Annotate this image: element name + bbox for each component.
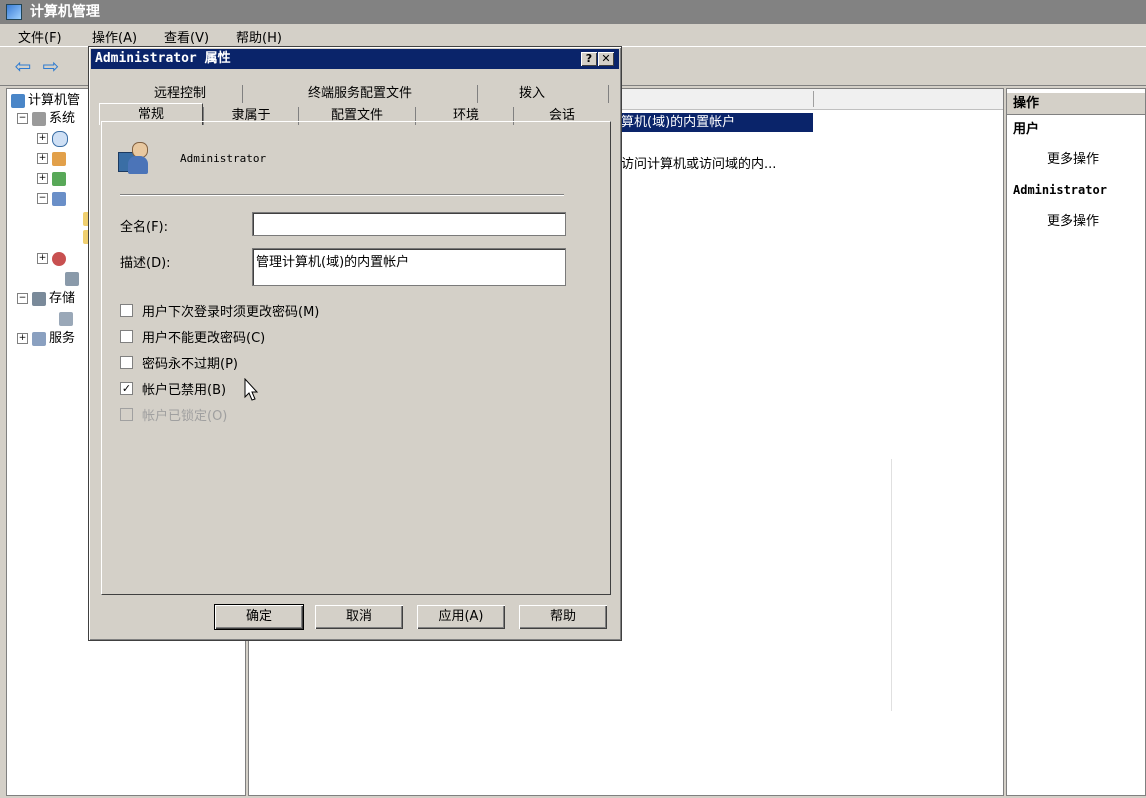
menu-action[interactable]: 操作(A) [92,27,137,46]
event-viewer-icon [52,151,66,166]
separator [120,194,564,196]
actions-pane: 操作 用户 更多操作 Administrator 更多操作 [1006,88,1146,796]
device-manager-icon [65,271,79,286]
actions-section-users[interactable]: 用户 [1007,119,1145,141]
tree-node-services[interactable]: + 服务 [17,330,75,348]
collapse-icon[interactable]: − [17,293,28,304]
checkbox-account-disabled[interactable]: ✓ [120,382,133,395]
help-dialog-button[interactable]: 帮助 [519,605,607,629]
checkbox-label[interactable]: 用户不能更改密码(C) [142,327,265,346]
expand-icon[interactable]: + [37,153,48,164]
tree-node-event-viewer[interactable]: + [37,150,69,168]
tab-terminal-services-profile[interactable]: 终端服务配置文件 [245,83,475,105]
clock-icon [52,130,68,147]
performance-icon [52,251,66,266]
divider [891,459,892,711]
general-tab-panel: Administrator 全名(F): 描述(D): 管理计算机(域)的内置帐… [101,121,611,595]
list-row[interactable]: 访问计算机或访问域的内... [621,155,776,174]
actions-section-administrator[interactable]: Administrator [1007,179,1145,201]
more-actions-link[interactable]: 更多操作 [1047,211,1099,233]
services-icon [32,331,46,346]
tools-icon [32,111,46,126]
back-arrow-icon[interactable]: ⇦ [12,55,34,77]
tab-divider [477,85,478,103]
tab-divider [242,85,243,103]
cancel-button[interactable]: 取消 [315,605,403,629]
column-divider[interactable] [813,91,814,107]
tree-node-task-scheduler[interactable]: + [37,130,71,148]
mouse-cursor-icon [244,377,260,406]
computer-icon [11,93,25,108]
checkbox-label: 帐户已锁定(O) [142,409,228,424]
tab-dial-in[interactable]: 拨入 [479,83,585,105]
fullname-field[interactable] [252,212,566,236]
checkbox-account-locked [120,408,133,421]
expand-icon[interactable]: + [37,133,48,144]
list-row-selected[interactable]: 算机(域)的内置帐户 [621,113,813,132]
checkbox-label[interactable]: 密码永不过期(P) [142,353,238,372]
checkbox-cannot-change-password[interactable] [120,330,133,343]
menu-bar: 文件(F) 操作(A) 查看(V) 帮助(H) [0,24,1146,46]
more-actions-link[interactable]: 更多操作 [1047,149,1099,171]
ok-button[interactable]: 确定 [214,604,304,630]
storage-icon [32,291,46,306]
actions-header: 操作 [1007,93,1145,115]
tree-node-storage[interactable]: − 存储 [17,290,75,308]
checkbox-change-password-next-logon[interactable] [120,304,133,317]
expand-icon[interactable]: + [37,253,48,264]
fullname-label: 全名(F): [120,220,169,235]
window-titlebar: 计算机管理 [0,0,1146,24]
checkbox-password-never-expires[interactable] [120,356,133,369]
user-icon [118,142,148,176]
username-label: Administrator [180,152,267,165]
collapse-icon[interactable]: − [17,113,28,124]
apply-button[interactable]: 应用(A) [417,605,505,629]
help-button[interactable]: ? [581,52,597,66]
window-title: 计算机管理 [29,4,100,20]
description-field[interactable]: 管理计算机(域)的内置帐户 [252,248,566,286]
tree-node-system[interactable]: − 系统 [17,110,75,128]
forward-arrow-icon[interactable]: ⇨ [40,55,62,77]
checkbox-label[interactable]: 帐户已禁用(B) [142,379,226,398]
disk-icon [59,311,73,326]
users-icon [52,191,66,206]
close-button[interactable]: ✕ [598,52,614,66]
expand-icon[interactable]: + [37,173,48,184]
tab-divider [608,85,609,103]
tree-node-device-manager[interactable] [65,270,82,288]
shared-folder-icon [52,171,66,186]
menu-file[interactable]: 文件(F) [18,27,62,46]
tab-remote-control[interactable]: 远程控制 [119,83,241,105]
menu-view[interactable]: 查看(V) [164,27,209,46]
menu-help[interactable]: 帮助(H) [236,27,282,46]
tree-node-root[interactable]: 计算机管 [11,92,80,110]
dialog-title: Administrator 属性 [95,51,231,66]
collapse-icon[interactable]: − [37,193,48,204]
tree-node-local-users[interactable]: − [37,190,69,208]
tree-node-disk-management[interactable] [59,310,76,328]
checkbox-label[interactable]: 用户下次登录时须更改密码(M) [142,301,319,320]
tree-node-performance[interactable]: + [37,250,69,268]
computer-management-icon [6,4,22,20]
properties-dialog: Administrator 属性 ? ✕ 远程控制 终端服务配置文件 拨入 常规… [88,46,622,641]
tree-node-shared-folders[interactable]: + [37,170,69,188]
description-label: 描述(D): [120,256,171,271]
expand-icon[interactable]: + [17,333,28,344]
dialog-titlebar: Administrator 属性 ? ✕ [91,49,619,69]
